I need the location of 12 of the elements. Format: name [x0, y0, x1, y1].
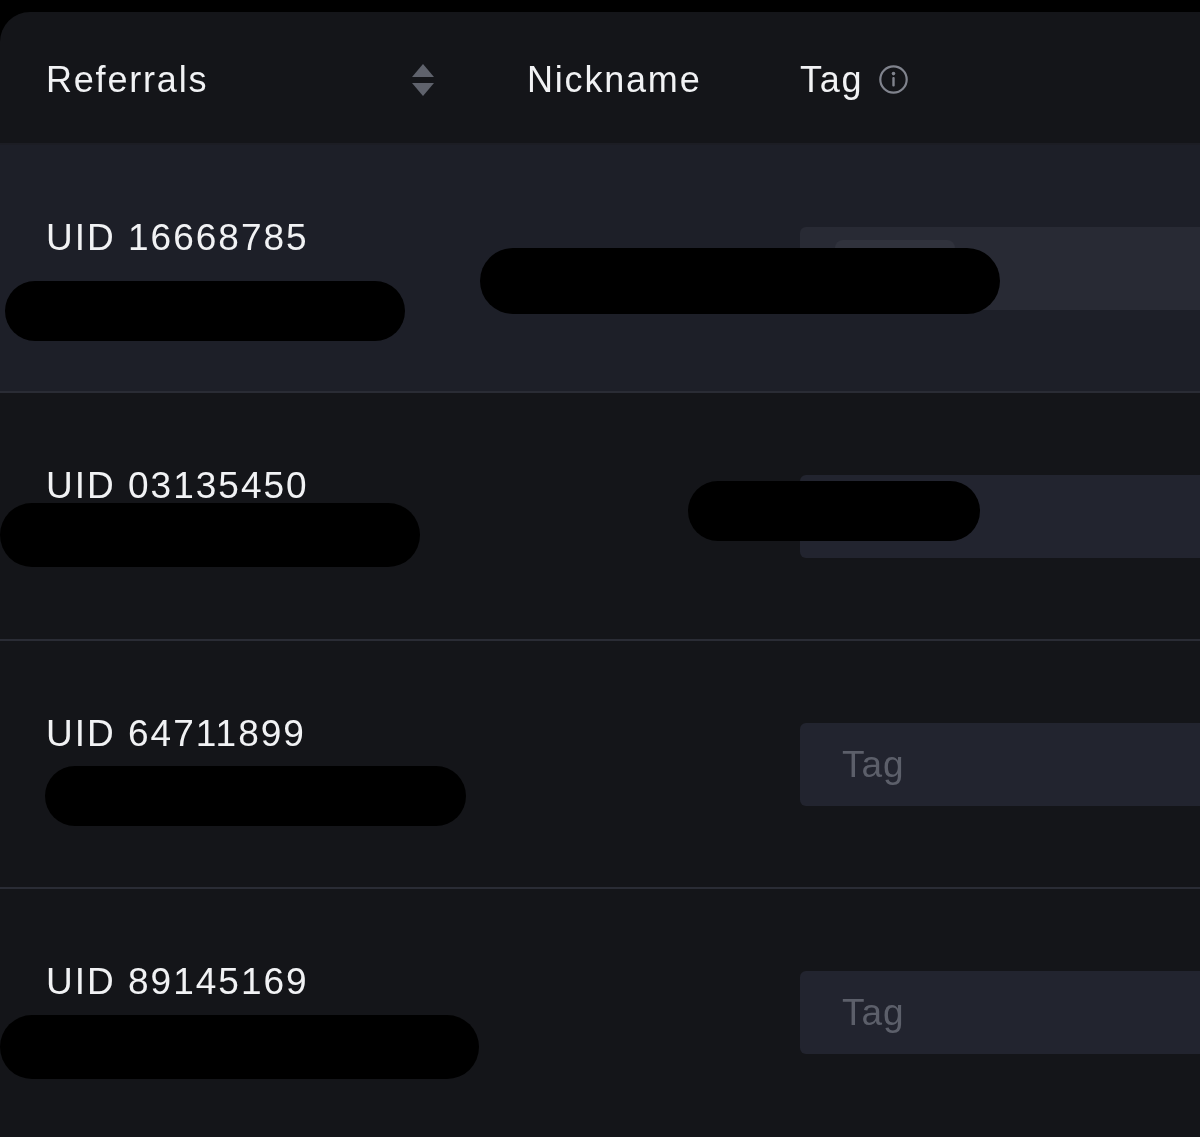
- sort-icon[interactable]: [412, 63, 434, 96]
- column-header: Referrals: [46, 58, 209, 101]
- tag-field[interactable]: Tag: [800, 971, 1200, 1054]
- uid-text: UID 89145169: [46, 960, 309, 1004]
- tag-field[interactable]: Tag: [800, 723, 1200, 806]
- column-header: Nickname: [527, 58, 702, 101]
- highlighted-row[interactable]: UID 16668785: [0, 145, 1200, 393]
- uid-text: UID 64711899: [46, 712, 306, 756]
- column-header: Tag: [800, 58, 864, 101]
- uid-text: UID 03135450: [46, 464, 309, 508]
- info-icon[interactable]: [879, 65, 909, 94]
- uid-text: UID 16668785: [46, 216, 309, 260]
